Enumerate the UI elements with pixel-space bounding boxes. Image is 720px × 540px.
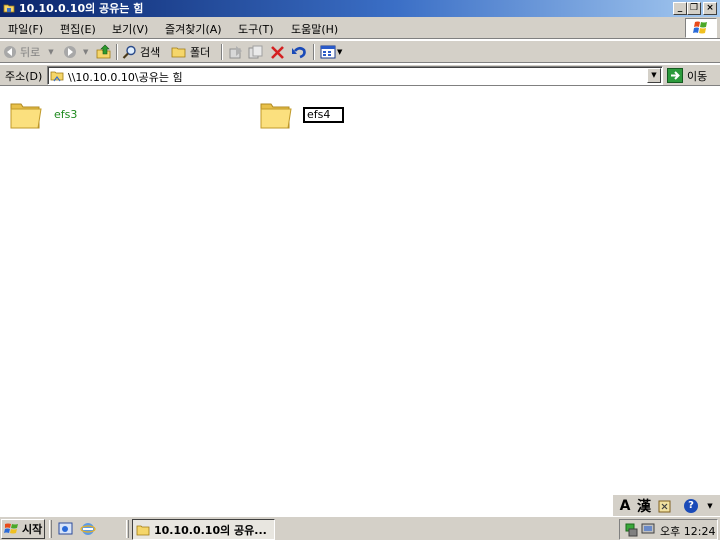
undo-icon	[292, 46, 306, 58]
folders-label: 폴더	[190, 46, 211, 59]
folder-name: efs3	[54, 108, 78, 121]
go-label: 이동	[687, 69, 708, 83]
search-icon	[122, 45, 136, 59]
views-icon	[320, 45, 336, 59]
back-dropdown-icon[interactable]: ▼	[48, 48, 53, 56]
folder-icon	[10, 103, 42, 129]
menu-bar: 파일(F) 편집(E) 보기(V) 즐겨찾기(A) 도구(T) 도움말(H)	[0, 17, 720, 39]
taskbar-window-button[interactable]: 10.10.0.10의 공유...	[132, 519, 275, 540]
address-dropdown-button[interactable]: ▼	[647, 68, 661, 83]
menu-help[interactable]: 도움말(H)	[291, 21, 338, 37]
quicklaunch-ie[interactable]	[80, 520, 96, 538]
language-bar: A 漢 ? ▼	[613, 494, 720, 516]
toolbar-separator	[221, 44, 223, 60]
windows-logo-icon	[685, 18, 717, 38]
toolbar-separator	[313, 44, 315, 60]
address-value: \\10.10.0.10\공유는 힘	[68, 71, 183, 84]
hanja-button[interactable]: 漢	[635, 497, 653, 515]
copy-to-button[interactable]	[248, 43, 264, 61]
search-label: 검색	[140, 46, 161, 59]
back-arrow-icon	[4, 46, 16, 58]
window-title: 10.10.0.10의 공유는 힘	[19, 2, 144, 15]
views-dropdown-icon: ▼	[337, 48, 343, 56]
taskbar: 시작 10.10.0.10의 공유... 오후 12:24	[0, 516, 720, 540]
monitor-tray-icon[interactable]	[641, 523, 655, 536]
minimize-button[interactable]: _	[673, 2, 687, 15]
up-folder-icon	[96, 44, 111, 59]
views-button[interactable]: ▼	[320, 43, 342, 61]
up-folder-button[interactable]	[96, 43, 112, 61]
forward-arrow-icon	[64, 46, 76, 58]
menu-view[interactable]: 보기(V)	[112, 21, 148, 37]
help-icon: ?	[684, 499, 698, 513]
start-label: 시작	[22, 523, 43, 536]
input-mode-button[interactable]: A	[617, 497, 633, 515]
minimize-icon: _	[677, 3, 683, 13]
address-bar: 주소(D) \\10.10.0.10\공유는 힘 ▼ 이동	[0, 64, 720, 86]
folder-icon	[260, 103, 292, 129]
back-button[interactable]: 뒤로 ▼	[3, 43, 54, 61]
network-folder-icon	[50, 71, 64, 82]
langbar-options-button[interactable]: ▼	[704, 497, 716, 515]
go-button[interactable]: 이동	[667, 67, 707, 84]
show-desktop-icon	[58, 522, 73, 535]
folders-button[interactable]: 폴더	[171, 43, 210, 61]
address-input[interactable]: \\10.10.0.10\공유는 힘 ▼	[47, 66, 663, 85]
chevron-down-icon: ▼	[651, 71, 657, 79]
folder-rename-input[interactable]: efs4	[302, 107, 345, 123]
undo-button[interactable]	[291, 43, 307, 61]
ime-pad-button[interactable]	[656, 497, 674, 515]
close-icon: ×	[706, 3, 714, 13]
ime-pad-icon	[658, 500, 671, 513]
system-tray: 오후 12:24	[619, 519, 718, 540]
menu-edit[interactable]: 편집(E)	[60, 21, 96, 37]
go-arrow-icon	[667, 68, 683, 83]
taskbar-grip	[126, 520, 129, 538]
folder-window-icon	[3, 4, 15, 13]
menu-tools[interactable]: 도구(T)	[238, 21, 274, 37]
forward-dropdown-icon[interactable]: ▼	[83, 48, 88, 56]
back-label: 뒤로	[20, 46, 41, 59]
quicklaunch-grip	[49, 520, 52, 538]
folders-icon	[171, 47, 186, 58]
folder-item-efs4[interactable]: efs4	[259, 97, 349, 133]
delete-button[interactable]	[270, 43, 285, 61]
folder-window-icon	[136, 525, 150, 535]
folder-view: efs3 efs4	[0, 87, 720, 494]
toolbar-separator	[116, 44, 118, 60]
menu-file[interactable]: 파일(F)	[8, 21, 43, 37]
close-button[interactable]: ×	[703, 2, 717, 15]
restore-icon: ❐	[689, 3, 699, 13]
internet-explorer-icon	[80, 523, 96, 535]
standard-toolbar: 뒤로 ▼ ▼ 검색 폴더 ▼	[0, 40, 720, 63]
title-bar: 10.10.0.10의 공유는 힘 _ ❐ ×	[0, 0, 720, 17]
restore-button[interactable]: ❐	[687, 2, 701, 15]
search-button[interactable]: 검색	[122, 43, 160, 61]
forward-button[interactable]: ▼	[63, 43, 88, 61]
quicklaunch-desktop[interactable]	[58, 520, 74, 538]
folder-item-efs3[interactable]: efs3	[9, 97, 89, 133]
help-button[interactable]: ?	[681, 497, 701, 515]
windows-flag-icon	[4, 523, 18, 534]
taskbar-window-label: 10.10.0.10의 공유...	[154, 523, 267, 537]
move-to-button[interactable]	[228, 43, 244, 61]
delete-x-icon	[271, 45, 284, 59]
system-clock[interactable]: 오후 12:24	[660, 523, 715, 539]
network-tray-icon[interactable]	[624, 522, 638, 537]
move-to-icon	[229, 46, 242, 59]
address-label: 주소(D)	[5, 70, 43, 83]
start-button[interactable]: 시작	[1, 519, 45, 539]
copy-to-icon	[248, 45, 263, 59]
menu-favorites[interactable]: 즐겨찾기(A)	[165, 21, 222, 37]
